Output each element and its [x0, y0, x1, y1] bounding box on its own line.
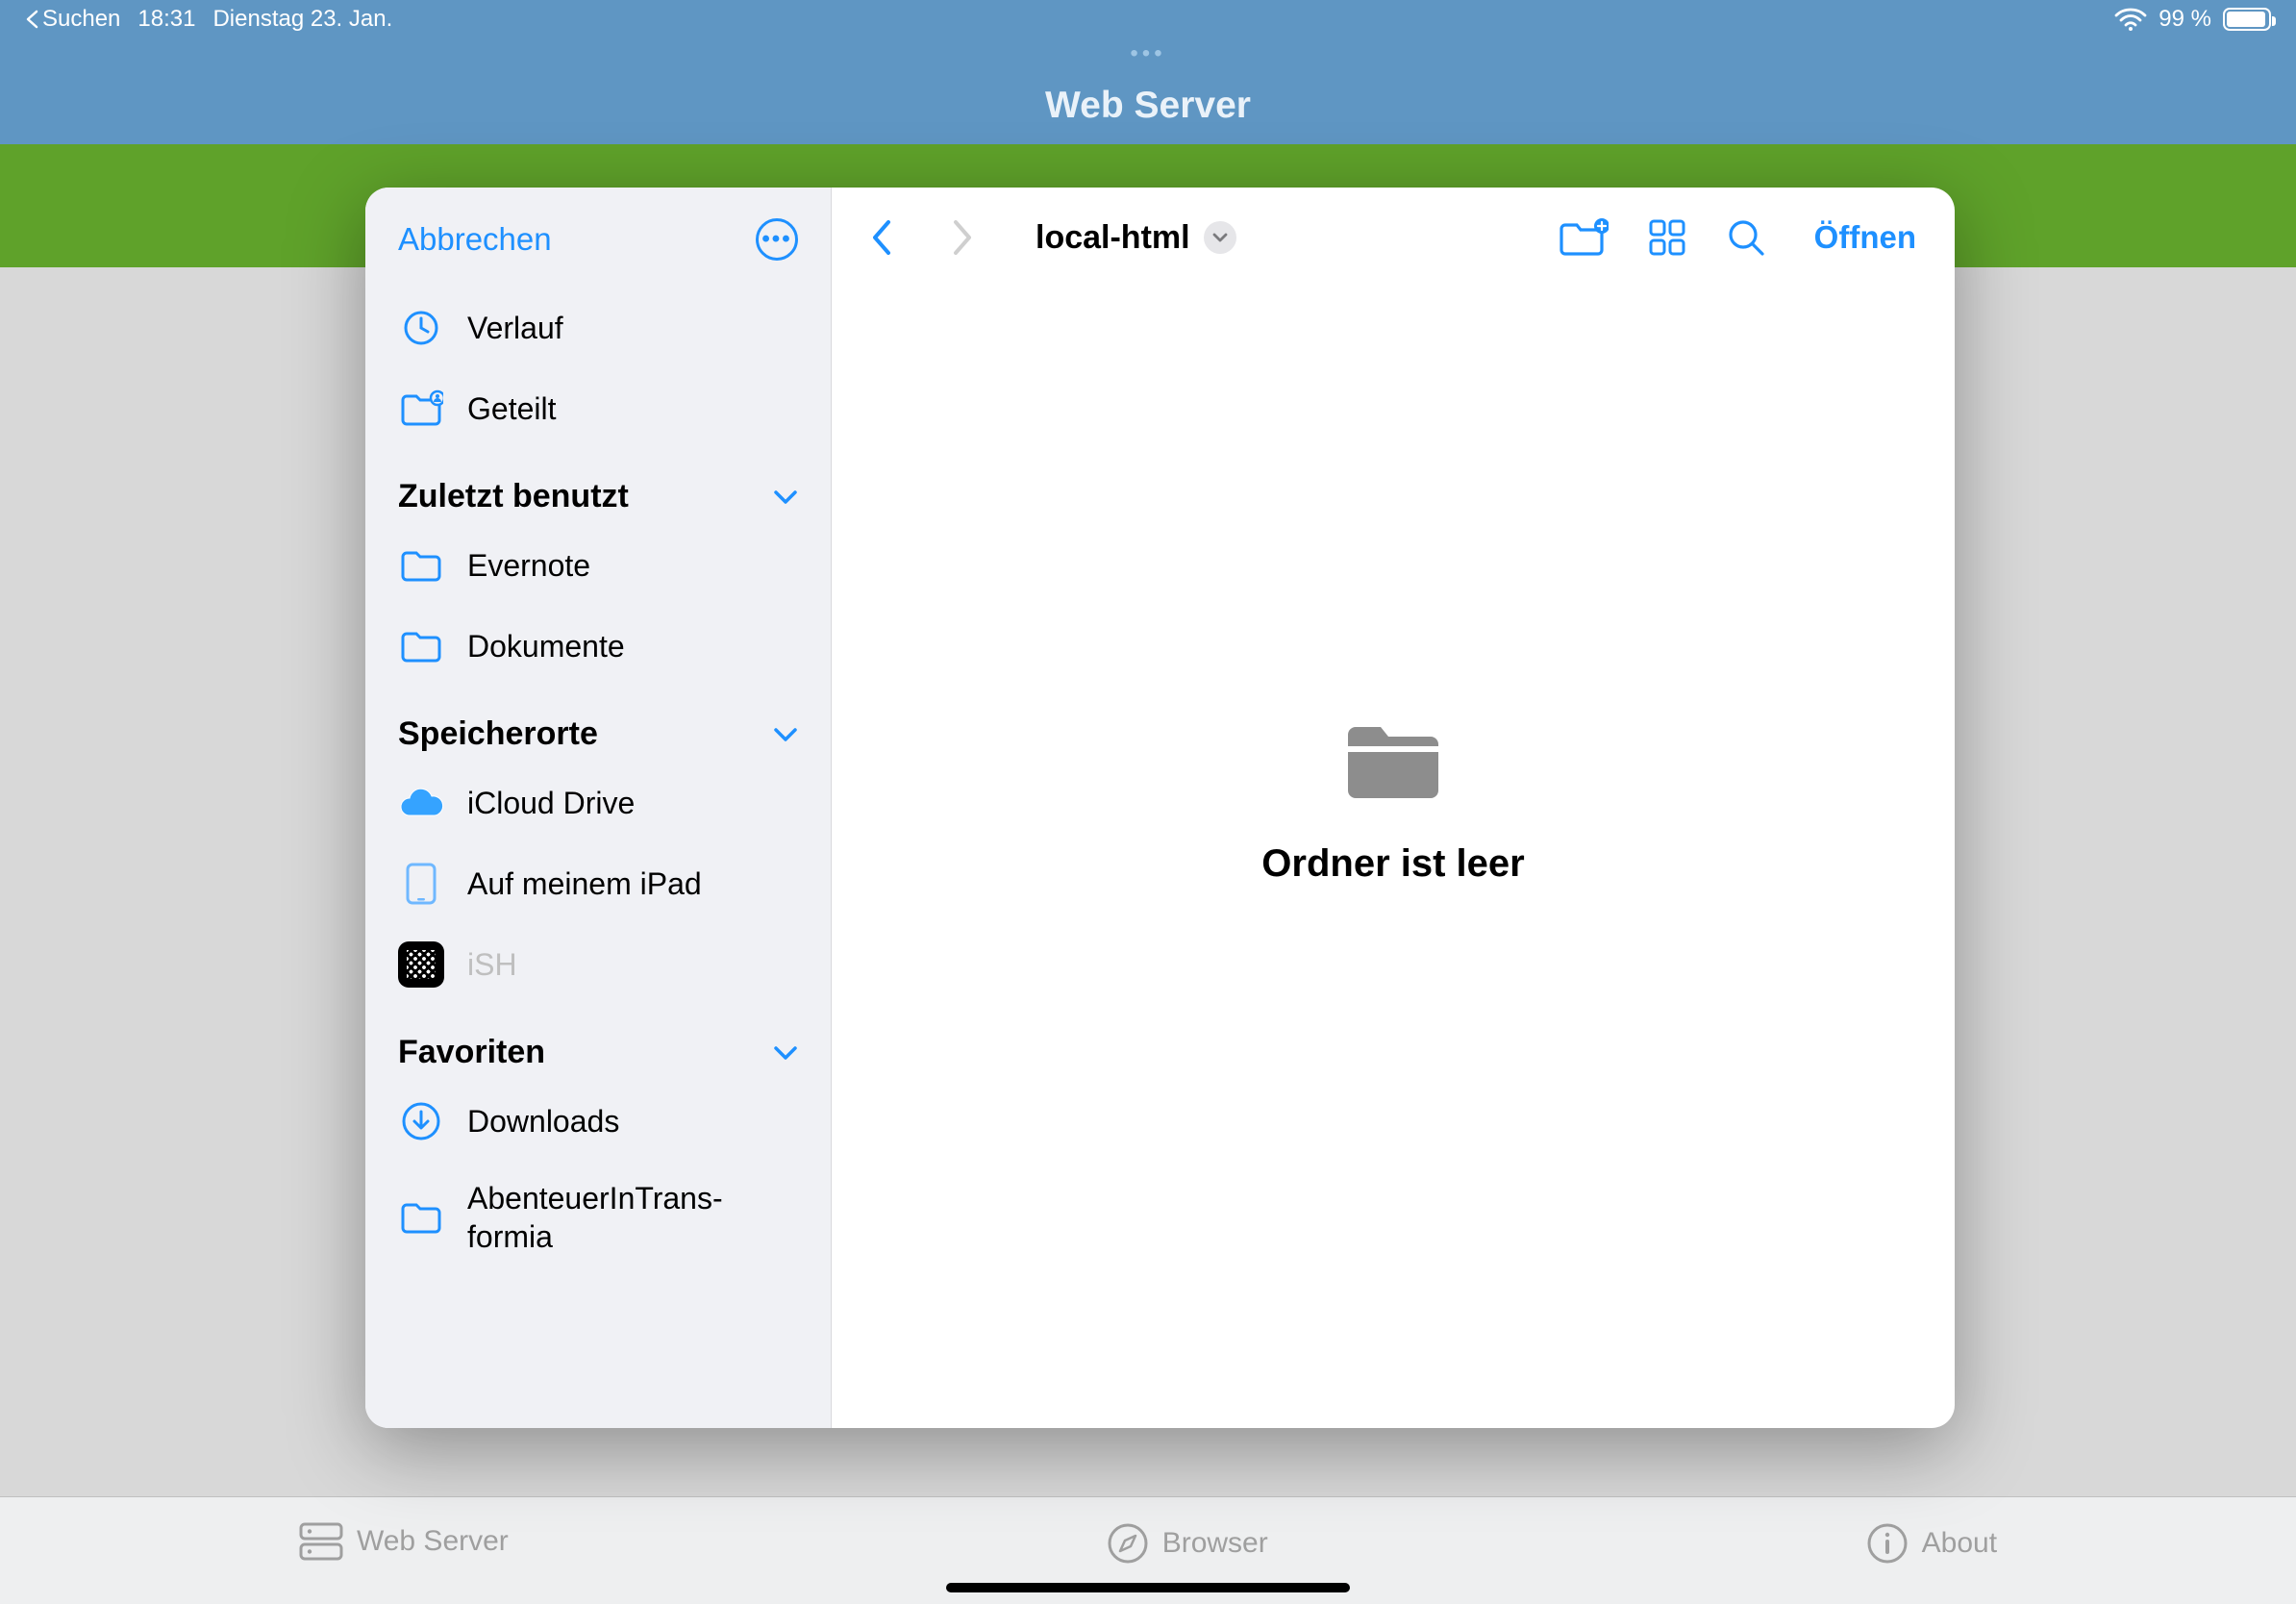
sidebar-item-label: Auf meinem iPad: [467, 866, 798, 902]
tab-browser[interactable]: Browser: [1107, 1522, 1268, 1565]
more-options-button[interactable]: •••: [756, 218, 798, 261]
sidebar-item-label: iCloud Drive: [467, 786, 798, 821]
wifi-icon: [2114, 8, 2147, 31]
folder-icon: [399, 628, 443, 664]
info-icon: [1866, 1522, 1909, 1565]
file-picker: Abbrechen ••• Verlauf: [365, 188, 1955, 1428]
section-header-favorites[interactable]: Favoriten: [365, 1005, 831, 1081]
caret-left-icon: [25, 10, 38, 29]
back-to-app[interactable]: Suchen: [25, 6, 120, 33]
multitasking-dots-icon[interactable]: •••: [0, 38, 2296, 67]
section-title: Speicherorte: [398, 715, 598, 753]
tab-label: Browser: [1162, 1527, 1268, 1560]
sidebar-item-label: AbenteuerInTrans- formia: [467, 1179, 798, 1256]
sidebar-item-icloud-drive[interactable]: iCloud Drive: [365, 763, 831, 843]
sidebar-item-abenteuer[interactable]: AbenteuerInTrans- formia: [365, 1162, 831, 1273]
status-date: Dienstag 23. Jan.: [212, 6, 392, 33]
empty-state: Ordner ist leer: [832, 230, 1955, 1370]
tab-label: Web Server: [357, 1525, 509, 1558]
section-title: Zuletzt benutzt: [398, 478, 629, 515]
section-title: Favoriten: [398, 1034, 545, 1071]
app-header: ••• Web Server: [0, 38, 2296, 144]
sidebar-item-history[interactable]: Verlauf: [365, 288, 831, 368]
section-header-locations[interactable]: Speicherorte: [365, 687, 831, 763]
tab-about[interactable]: About: [1866, 1522, 1997, 1565]
ipad-icon: [405, 862, 437, 906]
home-indicator[interactable]: [946, 1583, 1350, 1592]
picker-main: local-html: [832, 188, 1955, 1428]
sidebar-item-label: iSH: [467, 947, 798, 983]
section-header-recent[interactable]: Zuletzt benutzt: [365, 449, 831, 525]
tab-label: About: [1922, 1527, 1997, 1560]
shared-folder-icon: [399, 389, 443, 428]
back-to-app-label: Suchen: [42, 6, 120, 33]
empty-folder-icon: [1340, 715, 1446, 804]
status-bar: Suchen 18:31 Dienstag 23. Jan. 99 %: [0, 0, 2296, 38]
battery-percent: 99 %: [2159, 6, 2211, 33]
ish-app-icon: [398, 941, 444, 988]
sidebar-item-documents[interactable]: Dokumente: [365, 606, 831, 687]
clock-icon: [402, 309, 440, 347]
picker-sidebar: Abbrechen ••• Verlauf: [365, 188, 832, 1428]
sidebar-item-evernote[interactable]: Evernote: [365, 525, 831, 606]
sidebar-item-downloads[interactable]: Downloads: [365, 1081, 831, 1162]
chevron-down-icon: [773, 489, 798, 505]
sidebar-item-on-my-ipad[interactable]: Auf meinem iPad: [365, 843, 831, 924]
icloud-icon: [398, 787, 444, 819]
sidebar-item-label: Geteilt: [467, 391, 798, 427]
ellipsis-icon: •••: [761, 226, 791, 253]
chevron-down-icon: [773, 1045, 798, 1061]
download-circle-icon: [401, 1101, 441, 1141]
bottom-tab-bar: Web Server Browser About: [0, 1496, 2296, 1604]
folder-icon: [399, 1199, 443, 1236]
sidebar-item-label: Dokumente: [467, 629, 798, 664]
sidebar-item-label: Downloads: [467, 1104, 798, 1140]
sidebar-item-label: Evernote: [467, 548, 798, 584]
empty-state-message: Ordner ist leer: [1261, 842, 1524, 886]
sidebar-item-shared[interactable]: Geteilt: [365, 368, 831, 449]
chevron-down-icon: [773, 727, 798, 742]
battery-icon: [2223, 8, 2271, 31]
tab-web-server[interactable]: Web Server: [299, 1522, 509, 1561]
status-time: 18:31: [137, 6, 195, 33]
folder-icon: [399, 547, 443, 584]
server-icon: [299, 1522, 343, 1561]
cancel-button[interactable]: Abbrechen: [398, 221, 552, 258]
app-title: Web Server: [0, 85, 2296, 127]
compass-icon: [1107, 1522, 1149, 1565]
sidebar-item-label: Verlauf: [467, 311, 798, 346]
sidebar-item-ish[interactable]: iSH: [365, 924, 831, 1005]
